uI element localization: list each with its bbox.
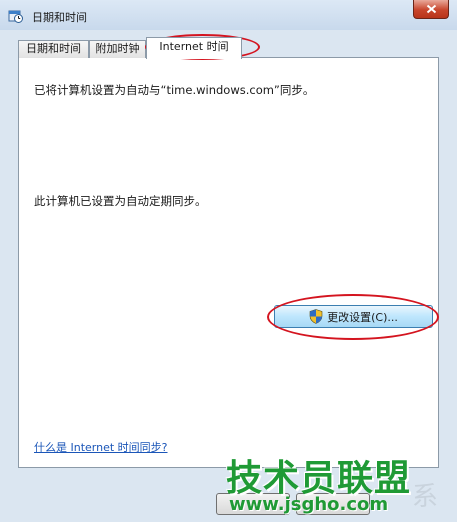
watermark-url: www.jsgho.com bbox=[229, 494, 389, 515]
clock-calendar-icon bbox=[8, 8, 23, 23]
change-settings-label: 更改设置(C)... bbox=[327, 310, 398, 324]
internet-time-help-link[interactable]: 什么是 Internet 时间同步? bbox=[34, 439, 168, 455]
close-button[interactable] bbox=[413, 0, 449, 19]
sync-server-message: 已将计算机设置为自动与“time.windows.com”同步。 bbox=[34, 83, 315, 97]
tab-panel bbox=[18, 57, 439, 468]
auto-sync-message: 此计算机已设置为自动定期同步。 bbox=[34, 194, 207, 208]
tab-additional-clocks[interactable]: 附加时钟 bbox=[89, 40, 146, 58]
change-settings-button[interactable]: 更改设置(C)... bbox=[274, 305, 433, 328]
close-icon bbox=[426, 4, 437, 14]
window-title: 日期和时间 bbox=[32, 11, 87, 24]
tab-date-time[interactable]: 日期和时间 bbox=[18, 40, 89, 58]
uac-shield-icon bbox=[309, 309, 323, 324]
title-bar: 日期和时间 bbox=[0, 0, 457, 30]
watermark-ghost-text: 系 bbox=[412, 482, 439, 512]
tab-internet-time[interactable]: Internet 时间 bbox=[146, 37, 242, 59]
